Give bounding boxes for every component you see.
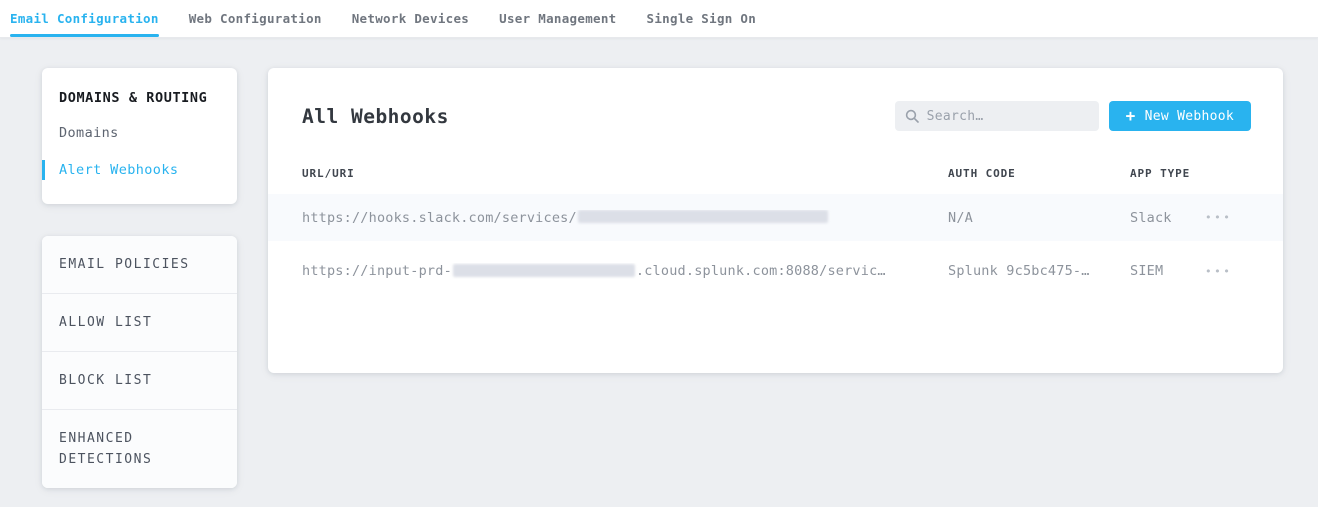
tab-user-management[interactable]: User Management	[499, 0, 616, 37]
search-input[interactable]	[927, 109, 1089, 124]
webhook-app-type: Slack	[1130, 210, 1205, 226]
column-header-url: URL/URI	[302, 167, 948, 180]
sidebar-group-domains-routing: DOMAINS & ROUTING Domains Alert Webhooks	[42, 68, 237, 204]
tab-single-sign-on[interactable]: Single Sign On	[647, 0, 757, 37]
redacted-url-segment	[453, 264, 635, 277]
sidebar-item-allow-list[interactable]: ALLOW LIST	[42, 294, 237, 352]
sidebar: DOMAINS & ROUTING Domains Alert Webhooks…	[42, 68, 237, 488]
sidebar-item-alert-webhooks[interactable]: Alert Webhooks	[42, 160, 237, 180]
webhook-url: https://input-prd-.cloud.splunk.com:8088…	[302, 263, 948, 279]
webhook-url: https://hooks.slack.com/services/	[302, 210, 948, 226]
top-nav: Email Configuration Web Configuration Ne…	[0, 0, 1318, 38]
page-body: DOMAINS & ROUTING Domains Alert Webhooks…	[0, 38, 1318, 488]
search-icon	[905, 109, 919, 123]
webhook-auth-code: Splunk 9c5bc475-…	[948, 263, 1130, 279]
column-header-auth-code: AUTH CODE	[948, 167, 1130, 180]
table-header: URL/URI AUTH CODE APP TYPE	[268, 165, 1283, 181]
row-menu-icon[interactable]: •••	[1205, 211, 1232, 224]
tab-web-configuration[interactable]: Web Configuration	[189, 0, 322, 37]
new-webhook-button[interactable]: + New Webhook	[1109, 101, 1251, 131]
column-header-app-type: APP TYPE	[1130, 167, 1205, 180]
page-title: All Webhooks	[302, 105, 449, 128]
plus-icon: +	[1126, 108, 1136, 124]
tab-email-configuration[interactable]: Email Configuration	[10, 0, 159, 37]
webhook-app-type: SIEM	[1130, 263, 1205, 279]
search-box	[895, 101, 1099, 131]
sidebar-item-email-policies[interactable]: EMAIL POLICIES	[42, 236, 237, 294]
sidebar-group-policies: EMAIL POLICIES ALLOW LIST BLOCK LIST ENH…	[42, 236, 237, 488]
sidebar-group-heading: DOMAINS & ROUTING	[42, 90, 237, 106]
redacted-url-segment	[578, 210, 828, 223]
webhook-auth-code: N/A	[948, 210, 1130, 226]
table-row-splunk-webhook[interactable]: https://input-prd-.cloud.splunk.com:8088…	[268, 241, 1283, 301]
webhooks-panel: All Webhooks + New Webhook URL/URI AUTH …	[268, 68, 1283, 373]
sidebar-item-domains[interactable]: Domains	[42, 123, 237, 143]
tab-network-devices[interactable]: Network Devices	[352, 0, 469, 37]
sidebar-item-enhanced-detections[interactable]: ENHANCED DETECTIONS	[42, 410, 237, 488]
sidebar-item-block-list[interactable]: BLOCK LIST	[42, 352, 237, 410]
new-webhook-button-label: New Webhook	[1145, 109, 1234, 124]
row-menu-icon[interactable]: •••	[1205, 265, 1232, 278]
table-row-slack-webhook[interactable]: https://hooks.slack.com/services/ N/A Sl…	[268, 194, 1283, 241]
panel-header: All Webhooks + New Webhook	[268, 68, 1283, 153]
